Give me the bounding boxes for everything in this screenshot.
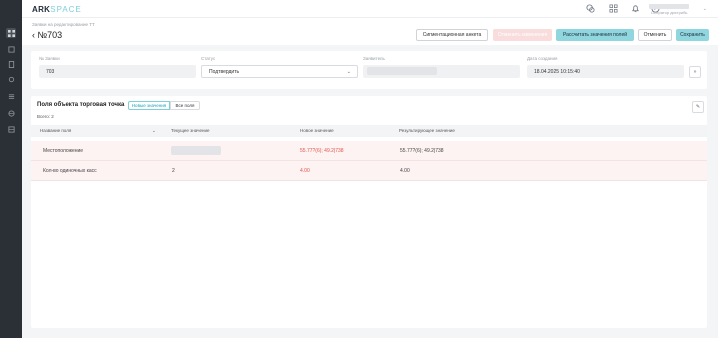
section-title: Поля объекта торговая точка [37, 102, 125, 108]
cell-result-value: 4.00 [400, 168, 410, 174]
app-logo[interactable]: ARKSPACE [32, 5, 82, 14]
user-role: Оператор дистрибь [651, 10, 688, 15]
globe-icon[interactable] [6, 108, 16, 118]
layers-icon[interactable] [6, 44, 16, 54]
created-date-field: 18.04.2025 10:15:40 [527, 65, 684, 78]
status-label: Статус [201, 56, 216, 61]
filter-icon[interactable]: ⌄ [152, 128, 156, 134]
cell-new-value: 55.77?(6); 49.2|738 [300, 148, 344, 154]
col-field-name: Название поля [40, 128, 72, 133]
chevron-down-icon: ⌄ [346, 69, 351, 75]
segmentation-form-button[interactable]: Сигментационная анкета [416, 29, 488, 41]
chevron-down-icon: ⌄ [702, 6, 707, 12]
settings-icon[interactable] [6, 74, 16, 84]
total-count: Всего: 2 [37, 114, 54, 119]
cancel-button[interactable]: Отменить [638, 29, 672, 41]
toggle-all-fields[interactable]: Все поля [170, 101, 200, 110]
breadcrumb[interactable]: Заявки на редактирование ТТ [32, 22, 95, 27]
top-bar: ARKSPACE Оператор дистрибь ⌄ [22, 0, 718, 18]
table-icon[interactable] [6, 124, 16, 134]
list-icon[interactable] [6, 91, 16, 101]
grid-icon[interactable] [6, 28, 16, 38]
bell-icon[interactable] [631, 4, 640, 15]
page-header: Заявки на редактирование ТТ ‹ №703 Сигме… [22, 18, 718, 45]
col-new-value: Новое значение [300, 128, 334, 133]
side-nav-rail [0, 0, 22, 338]
table-row[interactable]: Кол-во одиночных касс 2 4.00 4.00 [31, 161, 707, 181]
created-date-label: Дата создания [527, 56, 558, 61]
back-arrow-icon[interactable]: ‹ [32, 30, 35, 40]
chat-icon[interactable] [586, 4, 595, 15]
save-button[interactable]: Сохранить [676, 29, 709, 41]
cell-field-name: Кол-во одиночных касс [43, 168, 97, 174]
page-title: ‹ №703 [32, 30, 63, 40]
collapse-icon[interactable]: » [689, 66, 701, 78]
calculate-fields-button[interactable]: Рассчитать значения полей [556, 29, 634, 41]
toggle-new-values[interactable]: Новые значения [128, 101, 170, 110]
applicant-label: Заявитель [363, 56, 385, 61]
table-header: Название поля ⌄ Текущее значение Новое з… [31, 125, 707, 137]
col-current-value: Текущее значение [171, 128, 210, 133]
apps-icon[interactable] [609, 4, 618, 15]
applicant-field [363, 65, 520, 78]
applicant-name-blurred [367, 67, 437, 75]
file-icon[interactable] [6, 59, 16, 69]
table-row[interactable]: Местоположение 55.77?(6); 49.2|738 55.77… [31, 141, 707, 161]
cell-field-name: Местоположение [43, 148, 84, 154]
col-result-value: Результирующее значение [399, 128, 455, 133]
edit-icon[interactable]: ✎ [692, 101, 704, 113]
cell-current-value: 2 [172, 168, 175, 174]
user-menu[interactable]: Оператор дистрибь ⌄ [649, 3, 707, 15]
cell-new-value: 4.00 [300, 168, 310, 174]
disabled-pink-button[interactable]: Отменить изменения [493, 29, 552, 41]
cell-current-value-blurred [171, 146, 221, 155]
request-number-field: 703 [39, 65, 196, 78]
user-name-blurred [649, 4, 689, 9]
cell-result-value: 55.77?(6); 49.2|738 [400, 148, 444, 154]
status-select[interactable]: Подтвердить ⌄ [201, 65, 358, 78]
request-number-label: № Заявки [39, 56, 60, 61]
